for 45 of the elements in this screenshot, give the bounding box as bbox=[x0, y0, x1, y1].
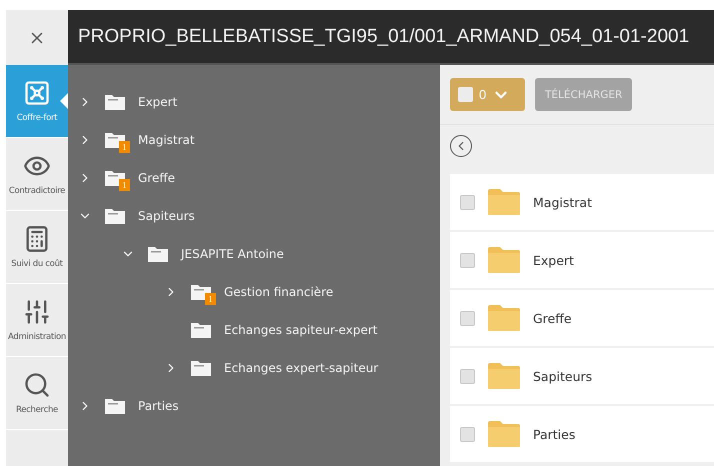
folder-icon bbox=[487, 188, 521, 216]
checkbox[interactable] bbox=[460, 426, 475, 442]
count-badge: 1 bbox=[205, 293, 216, 305]
folder-icon bbox=[147, 245, 169, 263]
tree-item[interactable]: Greffe bbox=[138, 171, 176, 185]
folder-icon bbox=[104, 93, 126, 111]
tree-item[interactable]: JESAPITE Antoine bbox=[181, 247, 284, 261]
folder-row[interactable]: Greffe bbox=[450, 290, 714, 346]
sliders-icon bbox=[23, 298, 51, 326]
folder-icon bbox=[104, 397, 126, 415]
folder-row[interactable]: Parties bbox=[450, 406, 714, 462]
safe-icon bbox=[23, 79, 51, 107]
count-badge: 1 bbox=[119, 141, 130, 153]
tree-item[interactable]: Echanges sapiteur-expert bbox=[224, 323, 378, 337]
tree-item[interactable]: Magistrat bbox=[138, 133, 195, 147]
tree-item[interactable]: Parties bbox=[138, 399, 179, 413]
folder-name: Expert bbox=[533, 252, 574, 268]
tree-item[interactable]: Echanges expert-sapiteur bbox=[224, 361, 378, 375]
tree-item[interactable]: Gestion financière bbox=[224, 285, 334, 299]
folder-icon bbox=[190, 321, 212, 339]
folder-icon bbox=[190, 359, 212, 377]
search-icon bbox=[23, 371, 51, 399]
folder-icon bbox=[487, 246, 521, 274]
checkbox[interactable] bbox=[460, 252, 475, 268]
selected-count: 0 bbox=[479, 87, 486, 102]
folder-row[interactable]: Magistrat bbox=[450, 174, 714, 230]
checkbox[interactable] bbox=[460, 310, 475, 326]
tree-item[interactable]: Expert bbox=[138, 95, 178, 109]
count-badge: 1 bbox=[119, 179, 130, 191]
folder-icon bbox=[104, 207, 126, 225]
folder-row[interactable]: Sapiteurs bbox=[450, 348, 714, 404]
folder-icon bbox=[487, 420, 521, 448]
folder-icon bbox=[487, 304, 521, 332]
folder-name: Sapiteurs bbox=[533, 368, 592, 384]
folder-row[interactable]: Expert bbox=[450, 232, 714, 288]
back-button[interactable] bbox=[450, 135, 472, 157]
tree-item[interactable]: Sapiteurs bbox=[138, 209, 195, 223]
nav-item[interactable]: Coffre-fort bbox=[6, 65, 68, 138]
folder-name: Parties bbox=[533, 426, 576, 442]
checkbox[interactable] bbox=[460, 194, 475, 210]
window-title: PROPRIO_BELLEBATISSE_TGI95_01/001_ARMAND_054_01-01-2001 bbox=[78, 26, 690, 48]
folder-name: Greffe bbox=[533, 310, 572, 326]
folder-icon bbox=[487, 362, 521, 390]
folder-name: Magistrat bbox=[533, 194, 592, 210]
checkbox[interactable] bbox=[460, 368, 475, 384]
